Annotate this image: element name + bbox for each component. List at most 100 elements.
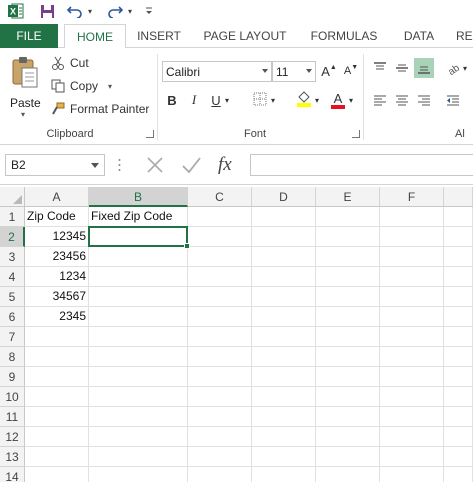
bottom-align-button[interactable] bbox=[414, 58, 434, 78]
font-color-button[interactable]: A bbox=[328, 90, 348, 110]
cell-filler[interactable] bbox=[444, 267, 473, 287]
cell-c12[interactable] bbox=[188, 427, 252, 447]
tab-home[interactable]: HOME bbox=[64, 24, 126, 49]
cell-d8[interactable] bbox=[252, 347, 316, 367]
tab-page-layout[interactable]: PAGE LAYOUT bbox=[200, 24, 290, 48]
row-header-6[interactable]: 6 bbox=[0, 307, 25, 327]
cell-e1[interactable] bbox=[316, 207, 380, 227]
save-icon[interactable] bbox=[38, 3, 56, 19]
cell-b9[interactable] bbox=[89, 367, 188, 387]
align-center-button[interactable] bbox=[392, 90, 412, 110]
cell-d6[interactable] bbox=[252, 307, 316, 327]
cell-a4[interactable]: 1234 bbox=[25, 267, 89, 287]
cell-a1[interactable]: Zip Code bbox=[25, 207, 89, 227]
worksheet-grid[interactable]: ABCDEF 1 2 3 4 5 6 7 8 9 10 11 12 13 14 Zip Code Fixed… bbox=[0, 187, 473, 482]
cell-c5[interactable] bbox=[188, 287, 252, 307]
cell-b7[interactable] bbox=[89, 327, 188, 347]
fill-handle[interactable] bbox=[184, 243, 190, 249]
row-header-10[interactable]: 10 bbox=[0, 387, 25, 407]
bold-button[interactable]: B bbox=[162, 90, 182, 110]
insert-function-button[interactable]: fx bbox=[218, 153, 242, 177]
fill-color-button[interactable] bbox=[294, 90, 314, 110]
cell-d11[interactable] bbox=[252, 407, 316, 427]
borders-dropdown-icon[interactable]: ▾ bbox=[268, 90, 278, 110]
row-header-3[interactable]: 3 bbox=[0, 247, 25, 267]
cell-e8[interactable] bbox=[316, 347, 380, 367]
cell-c13[interactable] bbox=[188, 447, 252, 467]
cell-c10[interactable] bbox=[188, 387, 252, 407]
cell-d5[interactable] bbox=[252, 287, 316, 307]
row-header-13[interactable]: 13 bbox=[0, 447, 25, 467]
cell-a9[interactable] bbox=[25, 367, 89, 387]
cell-filler[interactable] bbox=[444, 387, 473, 407]
cell-a12[interactable] bbox=[25, 427, 89, 447]
cell-e2[interactable] bbox=[316, 227, 380, 247]
row-header-11[interactable]: 11 bbox=[0, 407, 25, 427]
cell-b3[interactable] bbox=[89, 247, 188, 267]
cell-b13[interactable] bbox=[89, 447, 188, 467]
font-size-select[interactable]: 11 bbox=[272, 61, 316, 82]
row-header-4[interactable]: 4 bbox=[0, 267, 25, 287]
tab-file[interactable]: FILE bbox=[0, 24, 58, 48]
cell-filler[interactable] bbox=[444, 367, 473, 387]
italic-button[interactable]: I bbox=[184, 90, 204, 110]
cell-filler[interactable] bbox=[444, 327, 473, 347]
cell-c14[interactable] bbox=[188, 467, 252, 482]
cell-f3[interactable] bbox=[380, 247, 444, 267]
cell-f2[interactable] bbox=[380, 227, 444, 247]
cell-b14[interactable] bbox=[89, 467, 188, 482]
column-header-d[interactable]: D bbox=[252, 187, 316, 207]
font-launcher-icon[interactable] bbox=[352, 130, 360, 138]
cell-c7[interactable] bbox=[188, 327, 252, 347]
row-header-12[interactable]: 12 bbox=[0, 427, 25, 447]
cell-d7[interactable] bbox=[252, 327, 316, 347]
formula-input[interactable] bbox=[250, 154, 473, 176]
cell-d4[interactable] bbox=[252, 267, 316, 287]
format-painter-button[interactable]: Format Painter bbox=[50, 99, 149, 119]
undo-icon[interactable] bbox=[66, 3, 84, 19]
cell-e14[interactable] bbox=[316, 467, 380, 482]
cell-f10[interactable] bbox=[380, 387, 444, 407]
cell-c2[interactable] bbox=[188, 227, 252, 247]
tab-formulas[interactable]: FORMULAS bbox=[306, 24, 382, 48]
cell-a7[interactable] bbox=[25, 327, 89, 347]
orientation-dropdown-icon[interactable]: ▾ bbox=[460, 58, 470, 78]
cell-f13[interactable] bbox=[380, 447, 444, 467]
cell-filler[interactable] bbox=[444, 347, 473, 367]
row-header-2[interactable]: 2 bbox=[0, 227, 25, 247]
font-color-dropdown-icon[interactable]: ▾ bbox=[346, 90, 356, 110]
shrink-font-button[interactable]: A ▼ bbox=[341, 61, 361, 81]
cell-b5[interactable] bbox=[89, 287, 188, 307]
tab-insert[interactable]: INSERT bbox=[131, 24, 187, 48]
cell-c1[interactable] bbox=[188, 207, 252, 227]
cell-a2[interactable]: 12345 bbox=[25, 227, 89, 247]
clipboard-launcher-icon[interactable] bbox=[146, 130, 154, 138]
tab-review[interactable]: RE bbox=[456, 24, 473, 48]
cell-f9[interactable] bbox=[380, 367, 444, 387]
cell-d10[interactable] bbox=[252, 387, 316, 407]
cell-filler[interactable] bbox=[444, 407, 473, 427]
cell-e12[interactable] bbox=[316, 427, 380, 447]
cell-a6[interactable]: 2345 bbox=[25, 307, 89, 327]
cell-f1[interactable] bbox=[380, 207, 444, 227]
paste-button[interactable]: Paste ▾ bbox=[8, 54, 42, 119]
tab-data[interactable]: DATA bbox=[396, 24, 442, 48]
row-header-5[interactable]: 5 bbox=[0, 287, 25, 307]
cell-b6[interactable] bbox=[89, 307, 188, 327]
column-header-f[interactable]: F bbox=[380, 187, 444, 207]
cell-c8[interactable] bbox=[188, 347, 252, 367]
customize-qat-icon[interactable] bbox=[144, 3, 154, 19]
cell-b10[interactable] bbox=[89, 387, 188, 407]
cell-b11[interactable] bbox=[89, 407, 188, 427]
cancel-x-icon[interactable] bbox=[144, 155, 166, 175]
cell-f11[interactable] bbox=[380, 407, 444, 427]
enter-check-icon[interactable] bbox=[180, 155, 202, 175]
name-box[interactable]: B2 bbox=[5, 154, 105, 176]
cell-e11[interactable] bbox=[316, 407, 380, 427]
cut-button[interactable]: Cut bbox=[50, 53, 89, 73]
cell-c6[interactable] bbox=[188, 307, 252, 327]
cell-d13[interactable] bbox=[252, 447, 316, 467]
cell-filler[interactable] bbox=[444, 207, 473, 227]
select-all-button[interactable] bbox=[0, 187, 25, 207]
cell-e6[interactable] bbox=[316, 307, 380, 327]
